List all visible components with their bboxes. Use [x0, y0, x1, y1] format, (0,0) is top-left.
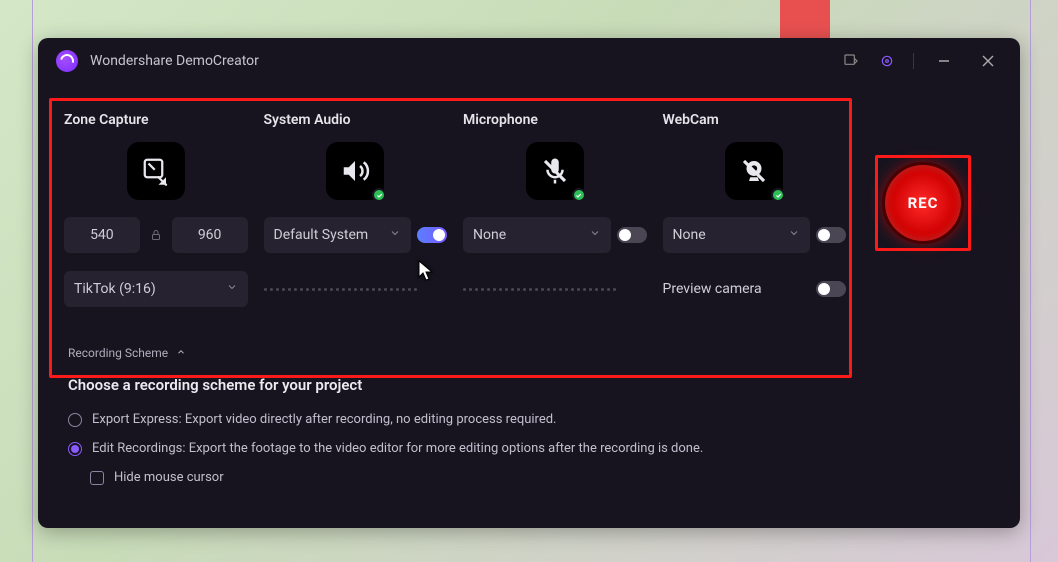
- chevron-up-icon: [176, 346, 186, 360]
- status-ok-icon: [572, 188, 586, 202]
- record-button[interactable]: REC: [882, 162, 964, 244]
- screenshot-mode-icon[interactable]: [841, 51, 861, 71]
- microphone-device-select[interactable]: None: [463, 217, 611, 253]
- system-audio-device-label: Default System: [274, 227, 369, 243]
- panel-webcam: WebCam None Preview camera: [655, 106, 855, 308]
- panel-system-audio: System Audio Default System: [256, 106, 456, 308]
- capture-preset-select[interactable]: TikTok (9:16): [64, 271, 248, 307]
- webcam-toggle[interactable]: [816, 227, 846, 243]
- capture-height-input[interactable]: 960: [172, 217, 248, 253]
- microphone-toggle[interactable]: [617, 227, 647, 243]
- hide-cursor-checkbox[interactable]: Hide mouse cursor: [90, 470, 980, 485]
- recording-scheme-collapse[interactable]: Recording Scheme: [68, 346, 980, 360]
- titlebar: Wondershare DemoCreator: [38, 38, 1020, 84]
- microphone-device-label: None: [473, 227, 506, 243]
- close-button[interactable]: [974, 47, 1002, 75]
- app-window: Wondershare DemoCreator Zone Capture: [38, 38, 1020, 528]
- panel-zone-title: Zone Capture: [64, 112, 248, 128]
- scheme-option-edit-recordings[interactable]: Edit Recordings: Export the footage to t…: [68, 441, 980, 456]
- preview-camera-toggle[interactable]: [816, 281, 846, 297]
- panel-mic-title: Microphone: [463, 112, 647, 128]
- microphone-level-meter: [463, 286, 647, 292]
- app-logo-icon: [56, 50, 78, 72]
- checkbox-icon: [90, 471, 104, 485]
- radio-icon: [68, 413, 82, 427]
- system-audio-toggle[interactable]: [417, 227, 447, 243]
- settings-icon[interactable]: [877, 51, 897, 71]
- status-ok-icon: [372, 188, 386, 202]
- chevron-down-icon: [226, 281, 238, 297]
- system-audio-device-select[interactable]: Default System: [264, 217, 412, 253]
- recording-scheme-section: Recording Scheme Choose a recording sche…: [68, 346, 980, 485]
- webcam-icon[interactable]: [725, 142, 783, 200]
- panel-zone-capture: Zone Capture 540 960 TikTok (9:16): [56, 106, 256, 308]
- webcam-device-select[interactable]: None: [663, 217, 811, 253]
- chevron-down-icon: [788, 227, 800, 243]
- radio-icon: [68, 442, 82, 456]
- minimize-button[interactable]: [930, 47, 958, 75]
- panel-cam-title: WebCam: [663, 112, 847, 128]
- recording-scheme-subtitle: Choose a recording scheme for your proje…: [68, 376, 980, 394]
- chevron-down-icon: [389, 227, 401, 243]
- zone-capture-icon[interactable]: [127, 142, 185, 200]
- scheme-option-label: Export Express: Export video directly af…: [92, 412, 557, 427]
- webcam-device-label: None: [673, 227, 706, 243]
- microphone-icon[interactable]: [526, 142, 584, 200]
- panel-system-title: System Audio: [264, 112, 448, 128]
- system-audio-level-meter: [264, 286, 448, 292]
- scheme-option-export-express[interactable]: Export Express: Export video directly af…: [68, 412, 980, 427]
- lock-aspect-icon[interactable]: [146, 229, 166, 241]
- status-ok-icon: [771, 188, 785, 202]
- recording-scheme-heading: Recording Scheme: [68, 346, 168, 360]
- chevron-down-icon: [589, 227, 601, 243]
- system-audio-icon[interactable]: [326, 142, 384, 200]
- record-label: REC: [908, 194, 939, 212]
- preview-camera-label: Preview camera: [663, 281, 762, 297]
- scheme-option-label: Edit Recordings: Export the footage to t…: [92, 441, 703, 456]
- panel-microphone: Microphone None: [455, 106, 655, 308]
- capture-width-input[interactable]: 540: [64, 217, 140, 253]
- app-title: Wondershare DemoCreator: [90, 53, 259, 69]
- capture-preset-label: TikTok (9:16): [74, 281, 156, 297]
- hide-cursor-label: Hide mouse cursor: [114, 470, 224, 485]
